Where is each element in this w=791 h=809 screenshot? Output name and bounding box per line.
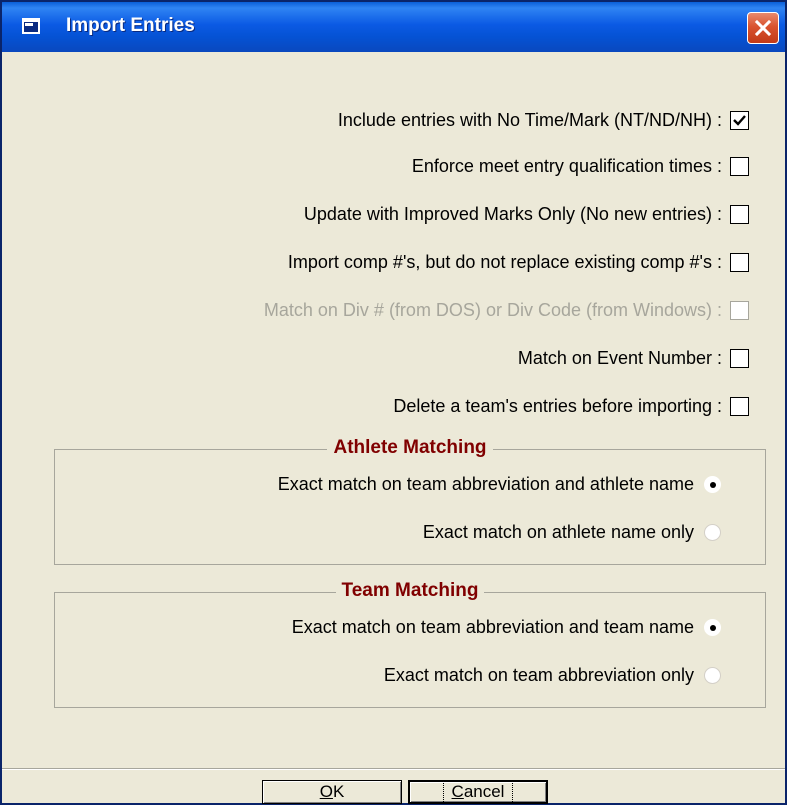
athlete-matching-group: Athlete Matching Exact match on team abb… xyxy=(54,437,766,565)
option-label: Import comp #'s, but do not replace exis… xyxy=(287,251,722,272)
cancel-mnemonic: C xyxy=(451,782,464,801)
title-bar[interactable]: Import Entries xyxy=(2,2,785,52)
option-label: Exact match on athlete name only xyxy=(422,521,694,542)
option-label: Match on Div # (from DOS) or Div Code (f… xyxy=(263,299,722,320)
window-title: Import Entries xyxy=(66,15,195,36)
ok-button[interactable]: OK xyxy=(262,780,402,804)
option-match-event-number: Match on Event Number : xyxy=(518,346,749,370)
team-matching-title: Team Matching xyxy=(335,580,485,601)
team-match-abbrev-and-name-radio[interactable] xyxy=(704,618,721,636)
import-entries-dialog: Import Entries Include entries with No T… xyxy=(0,0,787,805)
match-div-checkbox xyxy=(730,300,749,320)
athlete-match-name-only-option[interactable]: Exact match on athlete name only xyxy=(423,520,721,544)
option-improved-marks-only: Update with Improved Marks Only (No new … xyxy=(304,202,749,226)
include-no-time-checkbox[interactable] xyxy=(730,110,749,130)
option-label: Exact match on team abbreviation only xyxy=(383,664,694,685)
athlete-match-team-and-name-radio[interactable] xyxy=(704,475,721,493)
option-label: Update with Improved Marks Only (No new … xyxy=(303,203,722,224)
athlete-match-team-and-name-option[interactable]: Exact match on team abbreviation and ath… xyxy=(278,472,721,496)
ok-mnemonic: O xyxy=(319,782,333,801)
ok-label-rest: K xyxy=(332,782,345,801)
match-event-number-checkbox[interactable] xyxy=(730,348,749,368)
delete-team-entries-checkbox[interactable] xyxy=(730,396,749,416)
option-match-div: Match on Div # (from DOS) or Div Code (f… xyxy=(264,298,749,322)
close-icon xyxy=(754,19,772,37)
option-delete-team-entries: Delete a team's entries before importing… xyxy=(393,394,749,418)
team-matching-group: Team Matching Exact match on team abbrev… xyxy=(54,580,766,708)
option-label: Exact match on team abbreviation and tea… xyxy=(291,616,694,637)
focus-rect: Cancel xyxy=(442,780,514,804)
team-match-abbrev-only-radio[interactable] xyxy=(704,666,721,684)
option-label: Enforce meet entry qualification times : xyxy=(411,155,722,176)
option-label: Match on Event Number : xyxy=(517,347,722,368)
window-icon xyxy=(22,18,40,34)
athlete-match-name-only-radio[interactable] xyxy=(704,523,721,541)
athlete-matching-title: Athlete Matching xyxy=(327,437,493,458)
enforce-qualification-checkbox[interactable] xyxy=(730,156,749,176)
option-import-comp-numbers: Import comp #'s, but do not replace exis… xyxy=(288,250,749,274)
cancel-button[interactable]: Cancel xyxy=(408,780,548,804)
option-label: Include entries with No Time/Mark (NT/ND… xyxy=(337,109,722,130)
team-match-abbrev-only-option[interactable]: Exact match on team abbreviation only xyxy=(384,663,721,687)
footer-divider-highlight xyxy=(2,769,785,770)
team-match-abbrev-and-name-option[interactable]: Exact match on team abbreviation and tea… xyxy=(292,615,721,639)
option-include-no-time: Include entries with No Time/Mark (NT/ND… xyxy=(338,108,749,132)
cancel-label-rest: ancel xyxy=(463,782,505,801)
close-button[interactable] xyxy=(747,12,779,44)
import-comp-numbers-checkbox[interactable] xyxy=(730,252,749,272)
option-enforce-qualification: Enforce meet entry qualification times : xyxy=(412,154,749,178)
checkmark-icon xyxy=(733,114,746,126)
option-label: Delete a team's entries before importing… xyxy=(393,395,722,416)
improved-marks-only-checkbox[interactable] xyxy=(730,204,749,224)
option-label: Exact match on team abbreviation and ath… xyxy=(277,473,694,494)
